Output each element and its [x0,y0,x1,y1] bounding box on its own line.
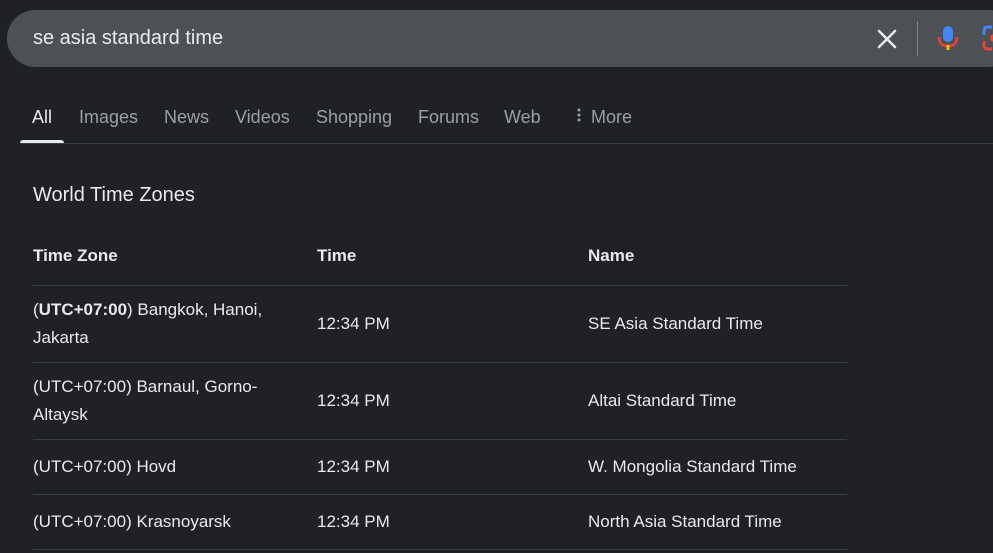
tab-videos[interactable]: Videos [235,107,290,128]
tabs-divider [20,143,993,144]
tab-more-label: More [591,107,633,127]
card-title: World Time Zones [33,184,195,206]
table-row: (UTC+07:00) Bangkok, Hanoi, Jakarta 12:3… [33,285,847,363]
utc-offset: UTC+07:00 [38,300,128,319]
row-time-zone: (UTC+07:00) Krasnoyarsk [33,494,317,550]
row-name: North Asia Standard Time [588,494,847,550]
tab-all[interactable]: All [32,107,52,128]
header-name: Name [588,226,847,286]
tab-images[interactable]: Images [79,107,138,128]
tab-shopping[interactable]: Shopping [316,107,392,128]
row-name: W. Mongolia Standard Time [588,439,847,495]
search-input[interactable]: se asia standard time [33,27,223,49]
row-time: 12:34 PM [317,494,588,550]
row-name: Altai Standard Time [588,362,847,440]
header-time: Time [317,226,588,286]
close-icon[interactable] [873,25,901,53]
table-row: (UTC+07:00) Hovd 12:34 PM W. Mongolia St… [33,439,847,495]
table-row: (UTC+07:00) Krasnoyarsk 12:34 PM North A… [33,494,847,550]
tab-forums[interactable]: Forums [418,107,479,128]
header-time-zone: Time Zone [33,226,317,286]
more-vert-icon [577,106,581,127]
row-time-zone: (UTC+07:00) Bangkok, Hanoi, Jakarta [33,285,317,363]
mic-icon[interactable] [934,23,962,53]
tab-more[interactable]: More [577,107,632,129]
tab-web[interactable]: Web [504,107,541,128]
table-header-row: Time Zone Time Name [33,226,847,286]
tab-news[interactable]: News [164,107,209,128]
row-time: 12:34 PM [317,362,588,440]
search-results-page: se asia standard time All Images News Vi… [0,0,993,553]
search-divider [917,21,918,56]
lens-icon[interactable] [980,23,993,53]
time-zones-table: Time Zone Time Name (UTC+07:00) Bangkok,… [33,226,847,550]
row-name: SE Asia Standard Time [588,285,847,363]
row-time: 12:34 PM [317,439,588,495]
search-tabs: All Images News Videos Shopping Forums W… [0,96,993,144]
row-time: 12:34 PM [317,285,588,363]
row-time-zone: (UTC+07:00) Barnaul, Gorno-Altaysk [33,362,317,440]
table-row: (UTC+07:00) Barnaul, Gorno-Altaysk 12:34… [33,362,847,440]
row-time-zone: (UTC+07:00) Hovd [33,439,317,495]
